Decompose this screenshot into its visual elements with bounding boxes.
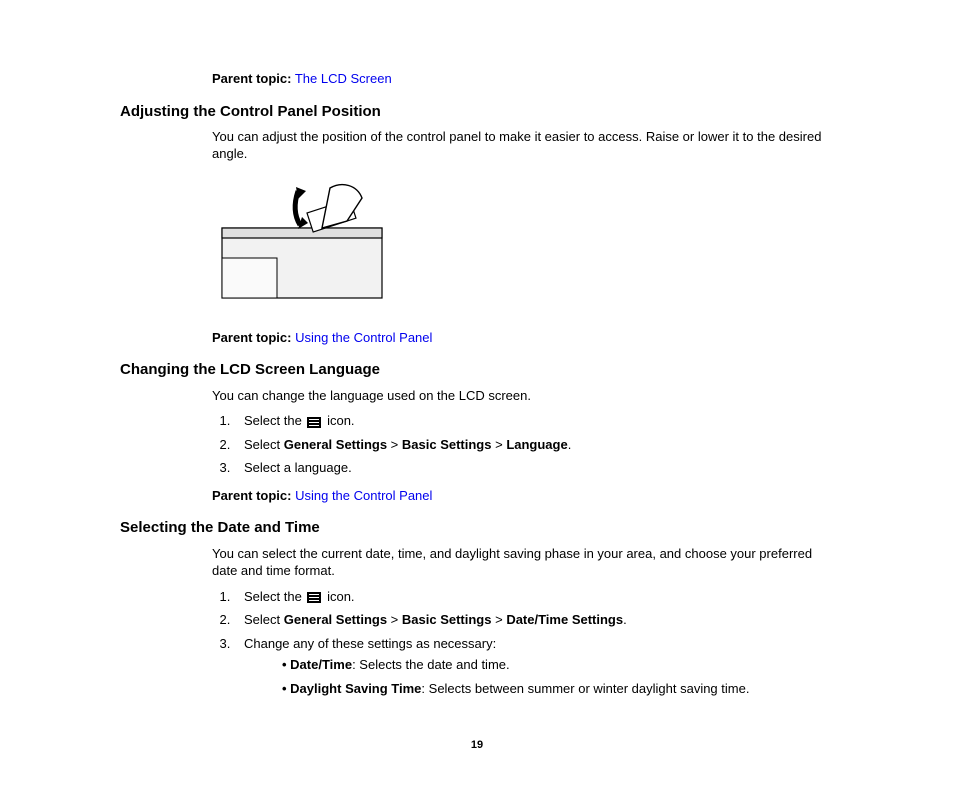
- parent-topic-top: Parent topic: The LCD Screen: [212, 70, 834, 88]
- step-2: Select General Settings > Basic Settings…: [234, 611, 834, 629]
- body-adjusting: You can adjust the position of the contr…: [212, 128, 834, 163]
- heading-adjusting-control-panel: Adjusting the Control Panel Position: [120, 102, 834, 122]
- menu-icon: [307, 417, 321, 428]
- parent-topic-label: Parent topic:: [212, 330, 291, 345]
- parent-topic-label: Parent topic:: [212, 71, 291, 86]
- body-language: You can change the language used on the …: [212, 387, 834, 405]
- steps-datetime: Select the icon. Select General Settings…: [212, 588, 834, 698]
- parent-topic-link-control-panel[interactable]: Using the Control Panel: [295, 488, 432, 503]
- step-3: Select a language.: [234, 459, 834, 477]
- parent-topic-s2: Parent topic: Using the Control Panel: [212, 487, 834, 505]
- printer-illustration: [212, 173, 392, 313]
- body-datetime: You can select the current date, time, a…: [212, 545, 834, 580]
- step-2: Select General Settings > Basic Settings…: [234, 436, 834, 454]
- bullet-datetime: Date/Time: Selects the date and time.: [272, 656, 834, 674]
- step-1: Select the icon.: [234, 412, 834, 430]
- parent-topic-label: Parent topic:: [212, 488, 291, 503]
- bullet-dst: Daylight Saving Time: Selects between su…: [272, 680, 834, 698]
- settings-bullets: Date/Time: Selects the date and time. Da…: [272, 656, 834, 697]
- step-3: Change any of these settings as necessar…: [234, 635, 834, 698]
- steps-language: Select the icon. Select General Settings…: [212, 412, 834, 477]
- heading-selecting-date-time: Selecting the Date and Time: [120, 518, 834, 538]
- parent-topic-s1: Parent topic: Using the Control Panel: [212, 329, 834, 347]
- menu-icon: [307, 592, 321, 603]
- parent-topic-link-lcd-screen[interactable]: The LCD Screen: [295, 71, 392, 86]
- heading-changing-lcd-language: Changing the LCD Screen Language: [120, 360, 834, 380]
- parent-topic-link-control-panel[interactable]: Using the Control Panel: [295, 330, 432, 345]
- step-1: Select the icon.: [234, 588, 834, 606]
- page-number: 19: [120, 738, 834, 753]
